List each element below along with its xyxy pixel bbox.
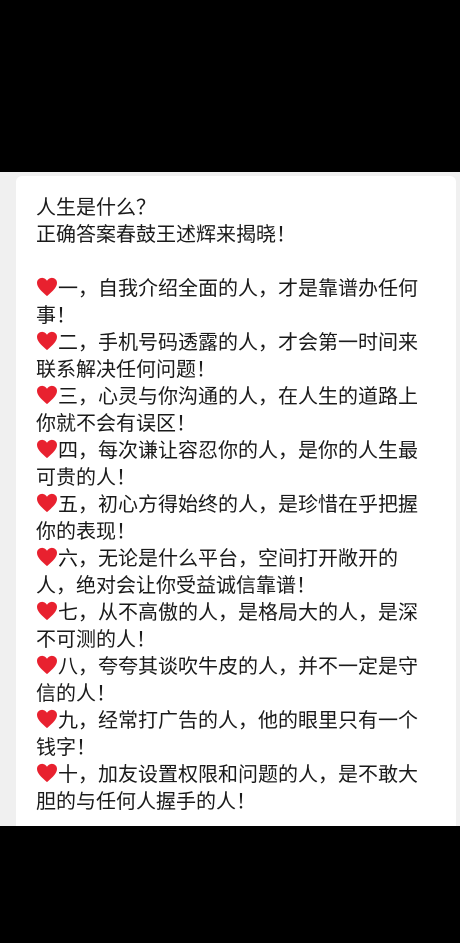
item-list: 一，自我介绍全面的人，才是靠谱办任何事！ 二，手机号码透露的人，才会第一时间来联系…: [36, 275, 440, 815]
list-item-line2: 事！: [36, 303, 76, 327]
list-item-line1: 八，夸夸其谈吹牛皮的人，并不一定是守: [36, 653, 440, 680]
list-item-line1: 四，每次谦让容忍你的人，是你的人生最: [36, 437, 440, 464]
list-item-text: 四，每次谦让容忍你的人，是你的人生最: [58, 438, 418, 462]
list-item-line2: 你就不会有误区！: [36, 411, 196, 435]
list-item-line1: 六，无论是什么平台，空间打开敞开的: [36, 545, 440, 572]
list-item-line1: 七，从不高傲的人，是格局大的人，是深: [36, 599, 440, 626]
intro-answer: 正确答案春鼓王述辉来揭晓！: [36, 222, 296, 246]
intro-question: 人生是什么？: [36, 195, 156, 219]
list-item-line1: 一，自我介绍全面的人，才是靠谱办任何: [36, 275, 440, 302]
list-item-line2: 胆的与任何人握手的人！: [36, 789, 256, 813]
list-item-line2: 你的表现！: [36, 519, 136, 543]
list-item-line1: 二，手机号码透露的人，才会第一时间来: [36, 329, 440, 356]
list-item-line2: 信的人！: [36, 681, 116, 705]
red-heart-icon: [36, 601, 58, 621]
red-heart-icon: [36, 763, 58, 783]
red-heart-icon: [36, 385, 58, 405]
top-black-area: [0, 0, 460, 172]
post-card: 人生是什么？ 正确答案春鼓王述辉来揭晓！ 一，自我介绍全面的人，才是靠谱办任何事…: [16, 176, 456, 826]
list-item-line1: 十，加友设置权限和问题的人，是不敢大: [36, 761, 440, 788]
list-item-text: 七，从不高傲的人，是格局大的人，是深: [58, 600, 418, 624]
list-item-line2: 联系解决任何问题！: [36, 357, 216, 381]
list-item-text: 五，初心方得始终的人，是珍惜在乎把握: [58, 492, 418, 516]
red-heart-icon: [36, 277, 58, 297]
list-item-line1: 三，心灵与你沟通的人，在人生的道路上: [36, 383, 440, 410]
red-heart-icon: [36, 493, 58, 513]
list-item-text: 六，无论是什么平台，空间打开敞开的: [58, 546, 398, 570]
list-item-line2: 可贵的人！: [36, 465, 136, 489]
list-item-text: 八，夸夸其谈吹牛皮的人，并不一定是守: [58, 654, 418, 678]
red-heart-icon: [36, 547, 58, 567]
bottom-black-area: [0, 826, 460, 943]
list-item-line2: 人，绝对会让你受益诚信靠谱！: [36, 573, 316, 597]
list-item-text: 一，自我介绍全面的人，才是靠谱办任何: [58, 276, 418, 300]
red-heart-icon: [36, 655, 58, 675]
list-item-text: 二，手机号码透露的人，才会第一时间来: [58, 330, 418, 354]
list-item-text: 九，经常打广告的人，他的眼里只有一个: [58, 708, 418, 732]
list-item-line1: 九，经常打广告的人，他的眼里只有一个: [36, 707, 440, 734]
list-item-line2: 钱字！: [36, 735, 96, 759]
list-item-line1: 五，初心方得始终的人，是珍惜在乎把握: [36, 491, 440, 518]
red-heart-icon: [36, 709, 58, 729]
red-heart-icon: [36, 331, 58, 351]
red-heart-icon: [36, 439, 58, 459]
list-item-text: 十，加友设置权限和问题的人，是不敢大: [58, 762, 418, 786]
list-item-line2: 不可测的人！: [36, 627, 156, 651]
list-item-text: 三，心灵与你沟通的人，在人生的道路上: [58, 384, 418, 408]
